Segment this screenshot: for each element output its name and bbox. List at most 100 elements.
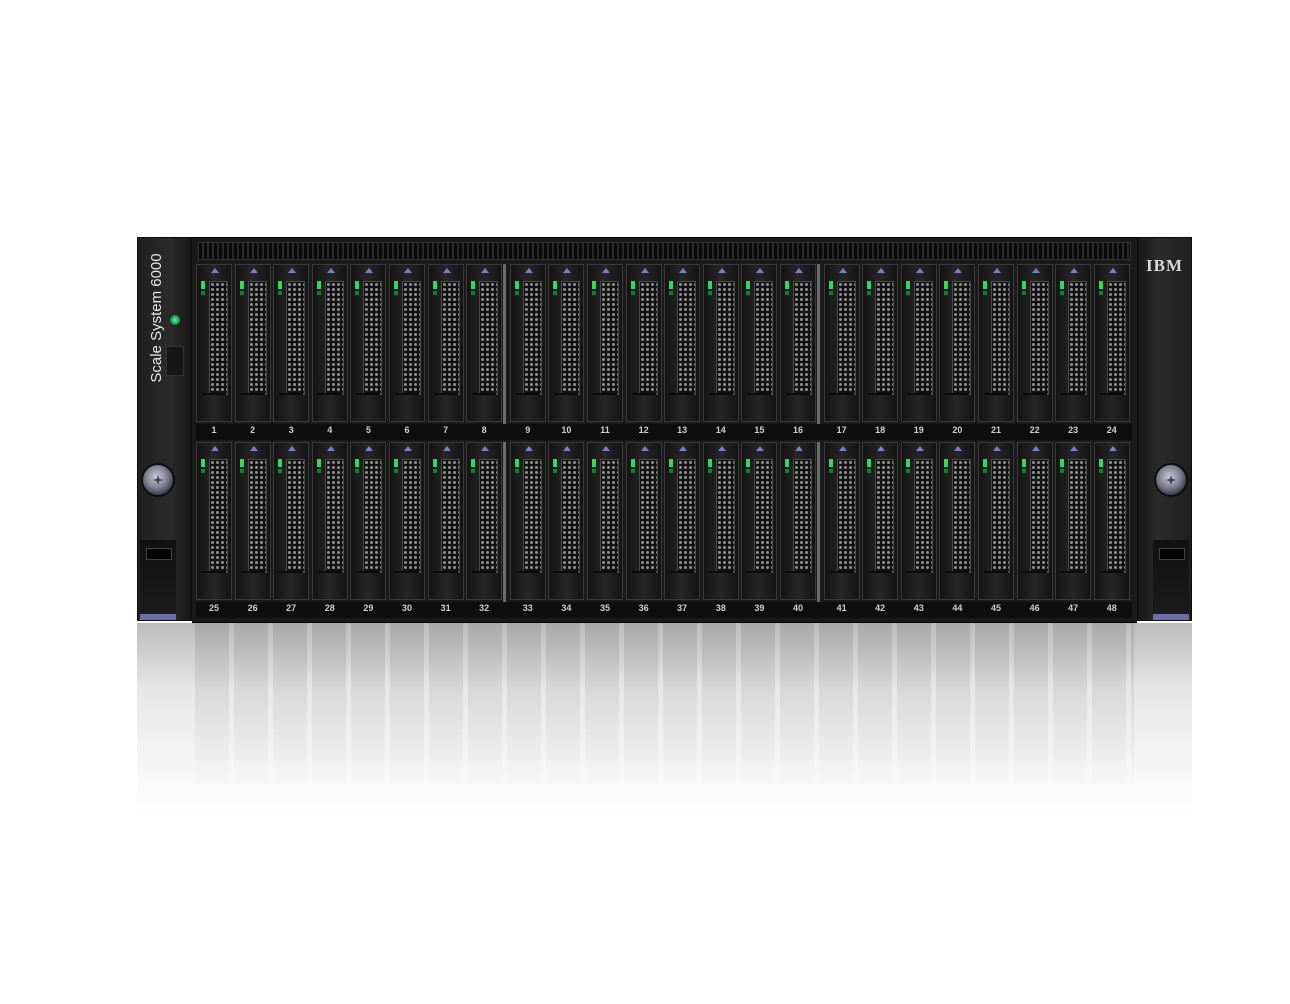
status-led-icon bbox=[707, 291, 712, 295]
drive-handle bbox=[279, 393, 304, 415]
bay-number: 36 bbox=[638, 603, 649, 613]
model-name-label: Scale System 6000 bbox=[148, 253, 165, 383]
status-led-icon bbox=[432, 291, 437, 295]
drive-mesh-grille bbox=[324, 459, 344, 573]
drive-bay bbox=[587, 442, 623, 600]
activity-led-icon bbox=[707, 459, 712, 467]
bay-number: 20 bbox=[952, 425, 963, 435]
eject-arrow-icon bbox=[404, 268, 412, 273]
drive-handle bbox=[515, 393, 540, 415]
drive-bay bbox=[900, 264, 937, 422]
status-led-icon bbox=[514, 291, 519, 295]
drive-mesh-grille bbox=[1068, 459, 1088, 573]
drive-handle bbox=[906, 393, 931, 415]
drive-mesh-grille bbox=[1106, 281, 1126, 395]
drive-handle bbox=[868, 393, 893, 415]
drive-mesh-grille bbox=[952, 281, 972, 395]
rack-latch bbox=[140, 540, 176, 620]
drive-handle bbox=[670, 571, 695, 593]
drive-mesh-grille bbox=[913, 459, 933, 573]
eject-arrow-icon bbox=[954, 446, 963, 451]
drive-bay bbox=[978, 442, 1014, 600]
bay-number: 21 bbox=[990, 425, 1001, 435]
activity-led-icon bbox=[514, 281, 519, 289]
drive-mesh-grille bbox=[1029, 281, 1049, 395]
bay-number: 7 bbox=[443, 425, 449, 435]
drive-mesh-grille bbox=[209, 281, 228, 395]
drive-mesh-grille bbox=[363, 459, 383, 573]
drive-handle bbox=[1099, 393, 1124, 415]
drive-handle bbox=[984, 571, 1008, 593]
drive-handle bbox=[786, 571, 810, 593]
drive-mesh-grille bbox=[991, 459, 1010, 573]
status-led-icon bbox=[1098, 469, 1103, 473]
eject-arrow-icon bbox=[756, 268, 765, 273]
eject-arrow-icon bbox=[1108, 268, 1117, 273]
drive-handle bbox=[395, 393, 419, 415]
drive-mesh-grille bbox=[1068, 281, 1088, 395]
status-led-icon bbox=[471, 291, 476, 295]
drive-bay bbox=[978, 264, 1014, 422]
drive-mesh-grille bbox=[440, 459, 460, 573]
status-led-icon bbox=[394, 291, 398, 295]
eject-arrow-icon bbox=[877, 268, 886, 273]
eject-arrow-icon bbox=[481, 268, 490, 273]
drive-mesh-grille bbox=[209, 459, 228, 573]
activity-led-icon bbox=[1021, 281, 1026, 289]
activity-led-icon bbox=[707, 281, 712, 289]
bay-number: 2 bbox=[250, 425, 256, 435]
status-led-icon bbox=[471, 469, 476, 473]
drive-mesh-grille bbox=[677, 459, 697, 573]
status-led-icon bbox=[553, 291, 558, 295]
ibm-logo: IBM bbox=[1146, 256, 1183, 275]
drive-mesh-grille bbox=[913, 281, 933, 395]
status-led-icon bbox=[669, 291, 674, 295]
drive-handle bbox=[317, 393, 342, 415]
eject-arrow-icon bbox=[249, 446, 258, 451]
drive-bay bbox=[939, 264, 976, 422]
activity-led-icon bbox=[944, 281, 949, 289]
eject-arrow-icon bbox=[679, 446, 688, 451]
activity-led-icon bbox=[630, 281, 635, 289]
status-led-icon bbox=[944, 469, 949, 473]
eject-arrow-icon bbox=[404, 446, 412, 451]
drive-mesh-grille bbox=[991, 281, 1010, 395]
eject-arrow-icon bbox=[915, 268, 924, 273]
drive-bay bbox=[862, 264, 899, 422]
status-led-icon bbox=[316, 469, 321, 473]
drive-handle bbox=[240, 571, 265, 593]
status-led-icon bbox=[746, 291, 751, 295]
drive-handle bbox=[356, 393, 381, 415]
eject-arrow-icon bbox=[640, 268, 649, 273]
drive-bay bbox=[466, 264, 503, 422]
status-led-icon bbox=[983, 469, 987, 473]
bay-number: 46 bbox=[1029, 603, 1040, 613]
drive-handle bbox=[1099, 571, 1124, 593]
drive-handle bbox=[356, 571, 381, 593]
bay-number: 16 bbox=[792, 425, 803, 435]
activity-led-icon bbox=[592, 459, 596, 467]
bay-number: 30 bbox=[401, 603, 412, 613]
drive-handle bbox=[472, 393, 497, 415]
bay-number: 41 bbox=[836, 603, 847, 613]
status-led-icon bbox=[630, 291, 635, 295]
status-led-icon bbox=[201, 469, 205, 473]
drive-handle bbox=[317, 571, 342, 593]
activity-led-icon bbox=[905, 459, 910, 467]
drive-bay bbox=[234, 264, 271, 422]
storage-enclosure: Scale System 6000 1 2 3 4 5 6 7 8 9 10 11 12 13 14 15 1… bbox=[137, 237, 1192, 623]
bay-group-divider bbox=[503, 264, 507, 424]
bay-group-divider bbox=[817, 442, 820, 602]
bay-number: 19 bbox=[913, 425, 924, 435]
drive-mesh-grille bbox=[286, 459, 306, 573]
activity-led-icon bbox=[278, 459, 283, 467]
drive-bay bbox=[196, 264, 232, 422]
drive-mesh-grille bbox=[247, 281, 267, 395]
bay-number: 1 bbox=[211, 425, 217, 435]
drive-mesh-grille bbox=[479, 459, 499, 573]
status-led-icon bbox=[1060, 469, 1065, 473]
bay-number: 25 bbox=[208, 603, 219, 613]
drive-mesh-grille bbox=[715, 281, 735, 395]
eject-arrow-icon bbox=[365, 446, 374, 451]
activity-led-icon bbox=[944, 459, 949, 467]
